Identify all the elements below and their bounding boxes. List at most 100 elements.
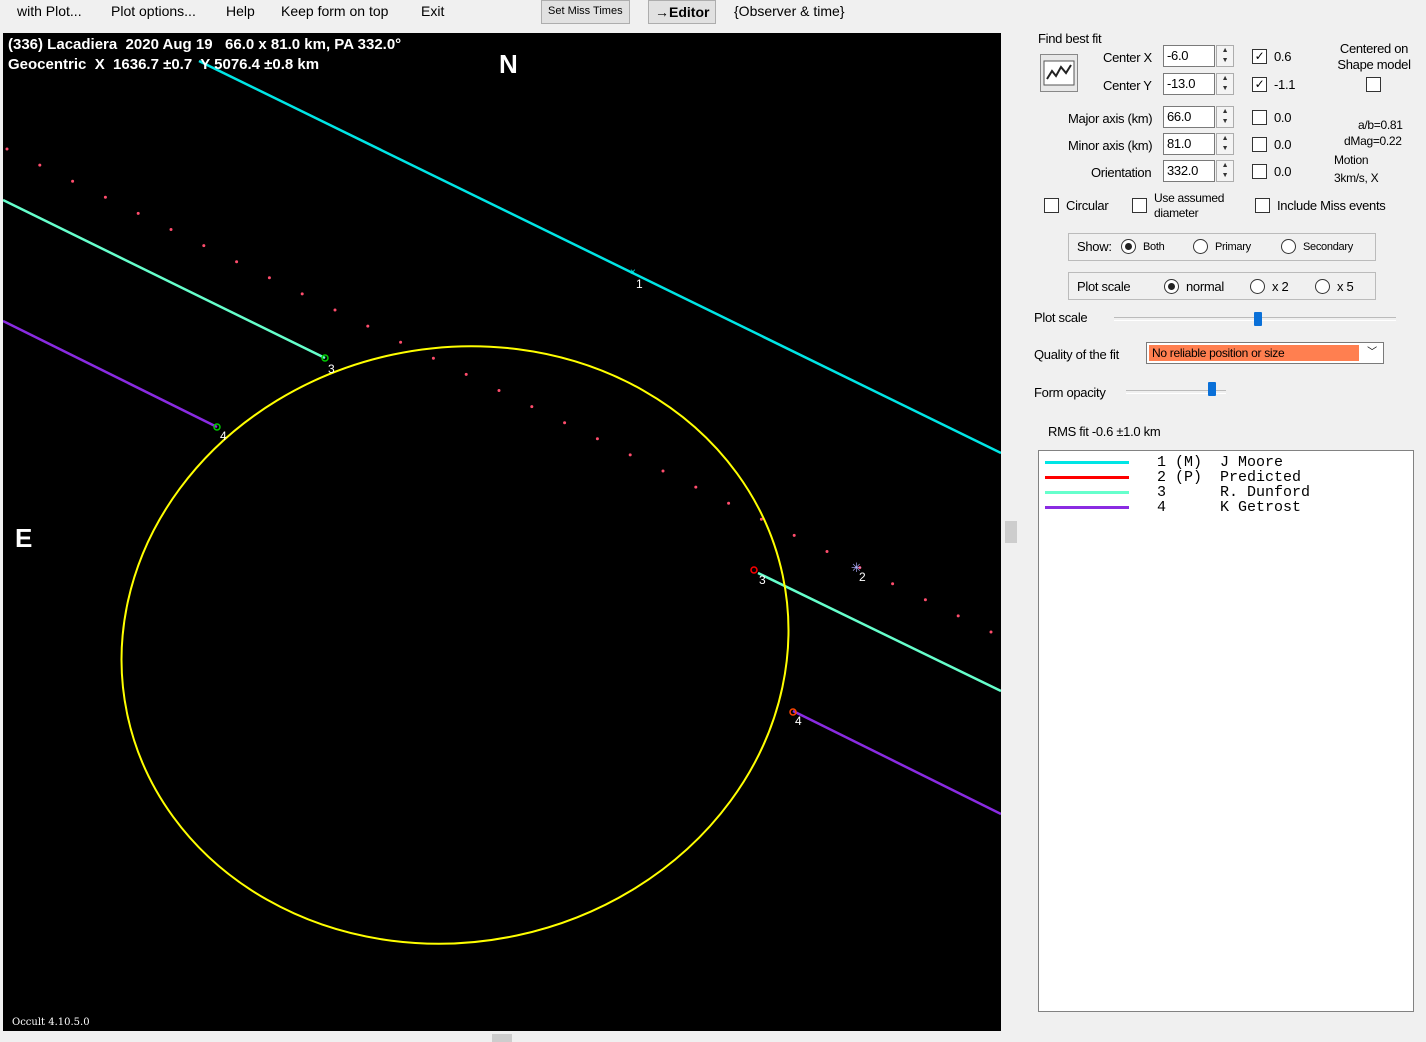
orientation-fit-checkbox[interactable] [1252,164,1267,179]
minor-axis-spinner[interactable]: ▲ ▼ [1216,133,1234,155]
show-both-radio[interactable] [1121,239,1136,254]
plot-horizontal-scrollbar[interactable] [0,1032,1020,1042]
scale-normal-radio[interactable] [1164,279,1179,294]
chord-label-3-east: 3 [328,362,335,376]
predicted-path-dot [202,244,206,248]
motion-value: 3km/s, X [1334,171,1379,185]
major-axis-fit-value: 0.0 [1274,110,1292,125]
center-x-spinner[interactable]: ▲ ▼ [1216,45,1234,67]
chord-line-3-west [757,571,1001,693]
predicted-path-dot [71,179,75,183]
circular-checkbox[interactable] [1044,198,1059,213]
predicted-path-dot [727,501,731,505]
predicted-path-dot [628,453,632,457]
scale-normal-label: normal [1186,279,1224,294]
predicted-path-dot [563,421,567,425]
show-both-label: Both [1143,241,1165,253]
occultation-plot[interactable]: × ✳ 1 2 3 3 4 4 (336) Lacadiera 2020 Aug… [3,33,1001,1031]
assumed-diameter-checkbox[interactable] [1132,198,1147,213]
plot-vertical-scrollbar[interactable] [1002,33,1020,1031]
orientation-fit-value: 0.0 [1274,164,1292,179]
predicted-path-dot [989,630,993,634]
predicted-path-dot [300,292,304,296]
major-axis-label: Major axis (km) [1068,111,1153,126]
predicted-path-dot [792,533,796,537]
centered-on-shape-label: Centered on Shape model [1337,41,1411,72]
chord-line-4-west [792,709,1001,816]
legend-text: 2 (P) Predicted [1157,469,1302,486]
menu-exit[interactable]: Exit [421,3,444,19]
include-miss-checkbox[interactable] [1255,198,1270,213]
chord-3-reappear-marker [750,566,758,574]
orientation-input[interactable]: 332.0 [1163,160,1215,182]
east-label: E [15,523,33,553]
observer-time-menu[interactable]: {Observer & time} [734,3,845,19]
chevron-down-icon[interactable]: ﹀ [1363,345,1381,361]
plot-canvas: × ✳ 1 2 3 3 4 4 [3,59,1001,945]
predicted-path-dot [431,356,435,360]
plot-scale-group-label: Plot scale [1077,279,1131,294]
show-primary-radio[interactable] [1193,239,1208,254]
scroll-thumb[interactable] [1005,521,1017,543]
legend-text: 3 R. Dunford [1157,484,1311,501]
form-opacity-label: Form opacity [1034,385,1106,400]
plot-scale-group: Plot scale normal x 2 x 5 [1068,272,1376,300]
center-x-input[interactable]: -6.0 [1163,45,1215,67]
scale-x2-radio[interactable] [1250,279,1265,294]
minor-axis-input[interactable]: 81.0 [1163,133,1215,155]
scroll-thumb[interactable] [492,1034,512,1042]
major-axis-input[interactable]: 66.0 [1163,106,1215,128]
assumed-diameter-label: Use assumed diameter [1154,191,1225,220]
menu-help[interactable]: Help [226,3,255,19]
chord-line-1 [198,59,1001,455]
predicted-path-dot [956,614,960,618]
minor-axis-label: Minor axis (km) [1068,138,1153,153]
include-miss-label: Include Miss events [1277,198,1386,213]
plot-geocentric: Geocentric X 1636.7 ±0.7 Y 5076.4 ±0.8 k… [8,56,320,73]
motion-label: Motion [1334,153,1369,167]
predicted-path-dot [595,437,599,441]
centered-on-shape-checkbox[interactable] [1366,77,1381,92]
predicted-path-dot [103,195,107,199]
menu-keep-on-top[interactable]: Keep form on top [281,3,388,19]
north-label: N [499,49,518,79]
legend-row[interactable]: 2 (P) Predicted [1039,470,1413,485]
show-secondary-radio[interactable] [1281,239,1296,254]
orientation-spinner[interactable]: ▲ ▼ [1216,160,1234,182]
predicted-path-dots [5,147,993,634]
set-miss-times-button[interactable]: Set Miss Times [541,0,630,24]
quality-select[interactable]: No reliable position or size ﹀ [1146,342,1384,364]
chord-label-2: 2 [859,570,866,584]
ab-ratio: a/b=0.81 [1358,118,1403,132]
menu-plot-options[interactable]: Plot options... [111,3,196,19]
version-label: Occult 4.10.5.0 [12,1017,90,1028]
center-x-fit-value: 0.6 [1274,49,1292,64]
menu-with-plot[interactable]: with Plot... [17,3,82,19]
scale-x5-radio[interactable] [1315,279,1330,294]
dmag-value: dMag=0.22 [1344,134,1402,148]
predicted-path-dot [333,308,337,312]
plot-scale-slider-label: Plot scale [1034,310,1088,325]
plot-scale-slider-thumb[interactable] [1253,312,1262,326]
chart-fit-icon [1043,60,1075,86]
orientation-label: Orientation [1091,165,1152,180]
event-markers: × ✳ [213,267,862,716]
editor-button[interactable]: →Editor [648,0,717,24]
form-opacity-slider-thumb[interactable] [1208,382,1216,396]
center-x-fit-checkbox[interactable]: ✓ [1252,49,1267,64]
minor-axis-fit-checkbox[interactable] [1252,137,1267,152]
center-y-fit-checkbox[interactable]: ✓ [1252,77,1267,92]
find-best-fit-button[interactable] [1040,54,1078,92]
legend-row[interactable]: 3 R. Dunford [1039,485,1413,500]
center-y-spinner[interactable]: ▲ ▼ [1216,73,1234,95]
legend-row[interactable]: 1 (M) J Moore [1039,455,1413,470]
chord-label-3-west: 3 [759,573,766,587]
predicted-path-dot [694,485,698,489]
predicted-path-dot [169,228,173,231]
major-axis-spinner[interactable]: ▲ ▼ [1216,106,1234,128]
center-y-input[interactable]: -13.0 [1163,73,1215,95]
major-axis-fit-checkbox[interactable] [1252,110,1267,125]
legend-row[interactable]: 4 K Getrost [1039,500,1413,515]
legend-text: 1 (M) J Moore [1157,454,1284,471]
minor-axis-fit-value: 0.0 [1274,137,1292,152]
